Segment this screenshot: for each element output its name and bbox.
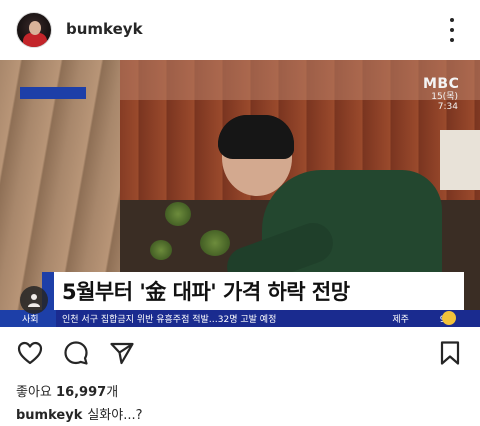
post-actions xyxy=(0,327,480,379)
headline-box: 5월부터 '金 대파' 가격 하락 전망 xyxy=(54,272,464,310)
bookmark-icon[interactable] xyxy=(436,339,464,367)
likes-prefix: 좋아요 xyxy=(16,385,52,400)
likes-count[interactable]: 좋아요 16,997개 xyxy=(16,381,118,400)
news-blue-bar xyxy=(20,87,86,99)
broadcaster-logo: MBC xyxy=(423,76,460,92)
post-media[interactable]: MBC 15(목) 7:34 5월부터 '金 대파' 가격 하락 전망 사회 인… xyxy=(0,60,480,327)
post-header: bumkeyk xyxy=(0,0,480,60)
background-object xyxy=(440,130,480,190)
more-dot xyxy=(450,38,454,42)
ticker-weather: 제주 9° xyxy=(364,312,480,325)
likes-number: 16,997 xyxy=(56,385,107,400)
plant xyxy=(200,230,230,256)
likes-suffix: 개 xyxy=(106,385,119,400)
more-dot xyxy=(450,18,454,22)
more-options-icon[interactable] xyxy=(449,18,455,42)
broadcast-time: 15(목) 7:34 xyxy=(428,92,458,112)
avatar-face xyxy=(29,21,41,35)
caption-username[interactable]: bumkeyk xyxy=(16,408,82,423)
person-icon xyxy=(28,294,40,307)
avatar-shirt xyxy=(23,33,47,47)
plant xyxy=(150,240,172,260)
weather-city: 제주 xyxy=(392,315,409,325)
heart-icon[interactable] xyxy=(16,339,44,367)
ticker-text: 인천 서구 집합금지 위반 유흥주점 적발…32명 고발 예정 xyxy=(62,315,277,325)
broadcast-clock: 7:34 xyxy=(437,102,458,112)
tagged-user-icon[interactable] xyxy=(20,286,48,314)
more-dot xyxy=(450,28,454,32)
news-ticker: 사회 인천 서구 집합금지 위반 유흥주점 적발…32명 고발 예정 제주 9° xyxy=(0,310,480,327)
avatar[interactable] xyxy=(16,12,52,48)
comment-icon[interactable] xyxy=(62,339,90,367)
person-hair-front xyxy=(218,115,294,159)
news-headline: 5월부터 '金 대파' 가격 하락 전망 xyxy=(62,280,350,304)
caption-text: 실화야...? xyxy=(87,408,143,423)
sun-icon xyxy=(442,311,456,325)
plant xyxy=(165,202,191,226)
send-icon[interactable] xyxy=(108,339,136,367)
post-username[interactable]: bumkeyk xyxy=(66,20,143,38)
broadcast-date: 15(목) xyxy=(431,92,458,102)
post-caption: bumkeyk 실화야...? xyxy=(16,404,143,423)
